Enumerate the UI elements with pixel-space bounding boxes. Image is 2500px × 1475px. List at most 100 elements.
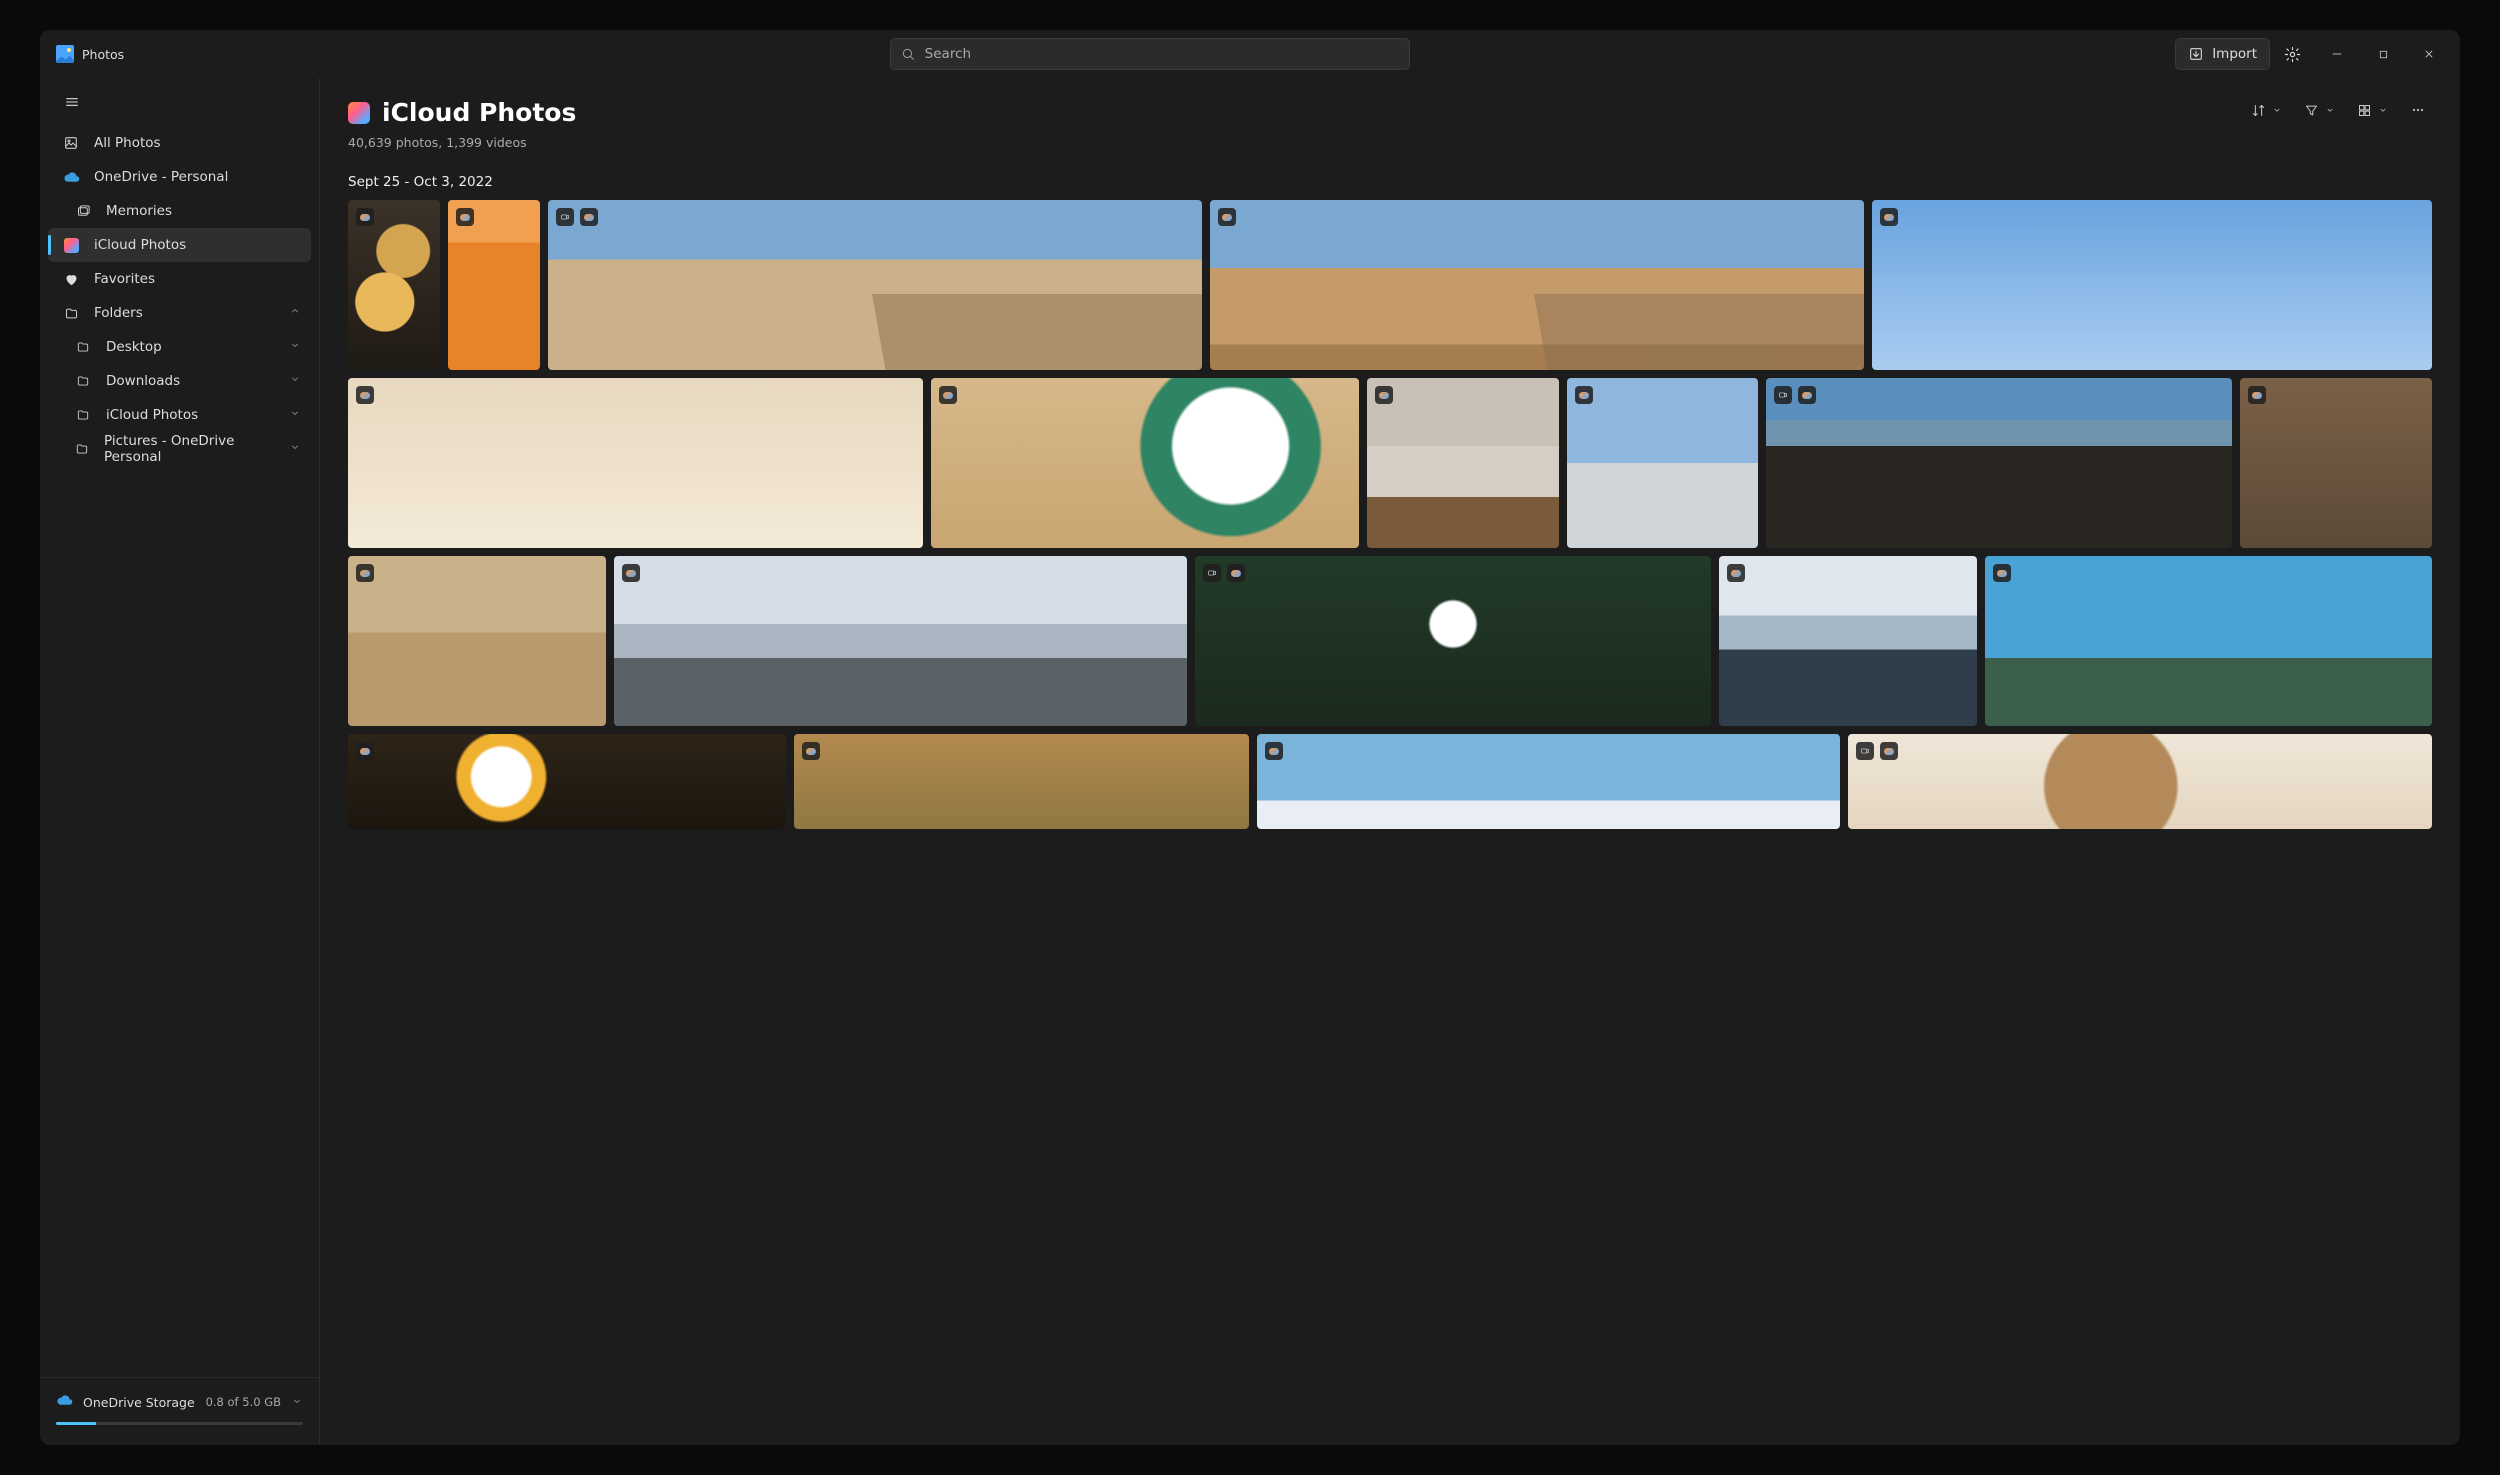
main-content: iCloud Photos 40,639 photos, 1,399 video… (320, 78, 2460, 1445)
photo-tile[interactable] (348, 734, 786, 829)
photo-tile[interactable] (931, 378, 1358, 548)
folder-icon (62, 306, 80, 321)
hamburger-icon (64, 94, 80, 110)
cloud-icon (56, 1392, 73, 1412)
photo-tile[interactable] (348, 378, 923, 548)
import-icon (2188, 46, 2204, 62)
photo-tile[interactable] (1210, 200, 1864, 370)
chevron-up-icon (289, 305, 301, 321)
sidebar-item-icloud-photos[interactable]: iCloud Photos (48, 228, 311, 262)
chevron-down-icon (289, 339, 301, 355)
filter-button[interactable] (2298, 99, 2341, 122)
sidebar-item-all-photos[interactable]: All Photos (48, 126, 311, 160)
sidebar-item-label: Favorites (94, 271, 155, 287)
sort-button[interactable] (2245, 99, 2288, 122)
storage-label: OneDrive Storage (83, 1395, 195, 1410)
photo-tile[interactable] (1367, 378, 1559, 548)
photo-tile[interactable] (1257, 734, 1841, 829)
cloud-badge-icon (356, 742, 374, 760)
cloud-badge-icon (1265, 742, 1283, 760)
photo-tile[interactable] (614, 556, 1187, 726)
cloud-badge-icon (2248, 386, 2266, 404)
chevron-down-icon (289, 373, 301, 389)
gear-icon (2284, 46, 2301, 63)
sidebar-item-folder-desktop[interactable]: Desktop (48, 330, 311, 364)
date-header: Sept 25 - Oct 3, 2022 (348, 174, 2432, 190)
storage-panel: OneDrive Storage 0.8 of 5.0 GB (40, 1377, 319, 1445)
folder-icon (74, 340, 92, 354)
cloud-badge-icon (356, 386, 374, 404)
titlebar: Photos Search Import (40, 30, 2460, 78)
cloud-badge-icon (939, 386, 957, 404)
close-icon (2423, 48, 2435, 60)
storage-bar (56, 1422, 303, 1425)
heart-icon (62, 272, 80, 287)
chevron-down-icon (289, 407, 301, 423)
sidebar-item-label: Desktop (106, 339, 162, 355)
app-title: Photos (82, 47, 124, 62)
sidebar-item-favorites[interactable]: Favorites (48, 262, 311, 296)
sidebar-item-label: iCloud Photos (106, 407, 198, 423)
photo-tile[interactable] (794, 734, 1249, 829)
more-icon (2410, 102, 2426, 118)
sidebar-item-memories[interactable]: Memories (48, 194, 311, 228)
photo-tile[interactable] (2240, 378, 2432, 548)
photo-tile[interactable] (348, 200, 440, 370)
sidebar-item-label: Memories (106, 203, 172, 219)
app-icon (56, 45, 74, 63)
cloud-badge-icon (1798, 386, 1816, 404)
photo-tile[interactable] (348, 556, 606, 726)
sidebar-item-folder-pictures-onedrive[interactable]: Pictures - OneDrive Personal (48, 432, 311, 466)
video-badge-icon (1203, 564, 1221, 582)
cloud-badge-icon (1993, 564, 2011, 582)
photo-tile[interactable] (548, 200, 1202, 370)
photo-grid (348, 200, 2432, 829)
maximize-button[interactable] (2360, 38, 2406, 70)
photo-tile[interactable] (1848, 734, 2432, 829)
folder-icon (74, 442, 90, 456)
cloud-badge-icon (802, 742, 820, 760)
chevron-down-icon (2325, 105, 2335, 115)
sidebar-item-onedrive[interactable]: OneDrive - Personal (48, 160, 311, 194)
sidebar-item-folders[interactable]: Folders (48, 296, 311, 330)
sort-icon (2251, 103, 2266, 118)
storage-usage: 0.8 of 5.0 GB (206, 1395, 281, 1409)
photo-tile[interactable] (1766, 378, 2232, 548)
photo-tile[interactable] (448, 200, 540, 370)
cloud-badge-icon (1880, 208, 1898, 226)
cloud-badge-icon (1227, 564, 1245, 582)
sidebar-item-folder-icloud[interactable]: iCloud Photos (48, 398, 311, 432)
photo-tile[interactable] (1985, 556, 2432, 726)
hamburger-button[interactable] (52, 84, 92, 120)
sidebar-item-folder-downloads[interactable]: Downloads (48, 364, 311, 398)
import-button[interactable]: Import (2175, 38, 2270, 70)
icloud-icon (348, 102, 370, 124)
more-button[interactable] (2404, 98, 2432, 122)
video-badge-icon (556, 208, 574, 226)
chevron-down-icon (2378, 105, 2388, 115)
sidebar-item-label: Downloads (106, 373, 180, 389)
chevron-down-icon[interactable] (291, 1395, 303, 1410)
photo-tile[interactable] (1195, 556, 1711, 726)
cloud-badge-icon (622, 564, 640, 582)
picture-icon (62, 135, 80, 151)
chevron-down-icon (289, 441, 301, 457)
photo-tile[interactable] (1567, 378, 1759, 548)
folder-icon (74, 374, 92, 388)
sidebar-item-label: Folders (94, 305, 143, 321)
cloud-badge-icon (1218, 208, 1236, 226)
photo-tile[interactable] (1872, 200, 2432, 370)
sidebar-item-label: All Photos (94, 135, 161, 151)
memories-icon (74, 204, 92, 219)
video-badge-icon (1774, 386, 1792, 404)
photo-tile[interactable] (1719, 556, 1977, 726)
search-input[interactable]: Search (890, 38, 1410, 70)
grid-icon (2357, 103, 2372, 118)
cloud-badge-icon (456, 208, 474, 226)
minimize-button[interactable] (2314, 38, 2360, 70)
settings-button[interactable] (2270, 38, 2314, 70)
close-button[interactable] (2406, 38, 2452, 70)
sidebar: All Photos OneDrive - Personal Memories … (40, 78, 320, 1445)
view-button[interactable] (2351, 99, 2394, 122)
video-badge-icon (1856, 742, 1874, 760)
